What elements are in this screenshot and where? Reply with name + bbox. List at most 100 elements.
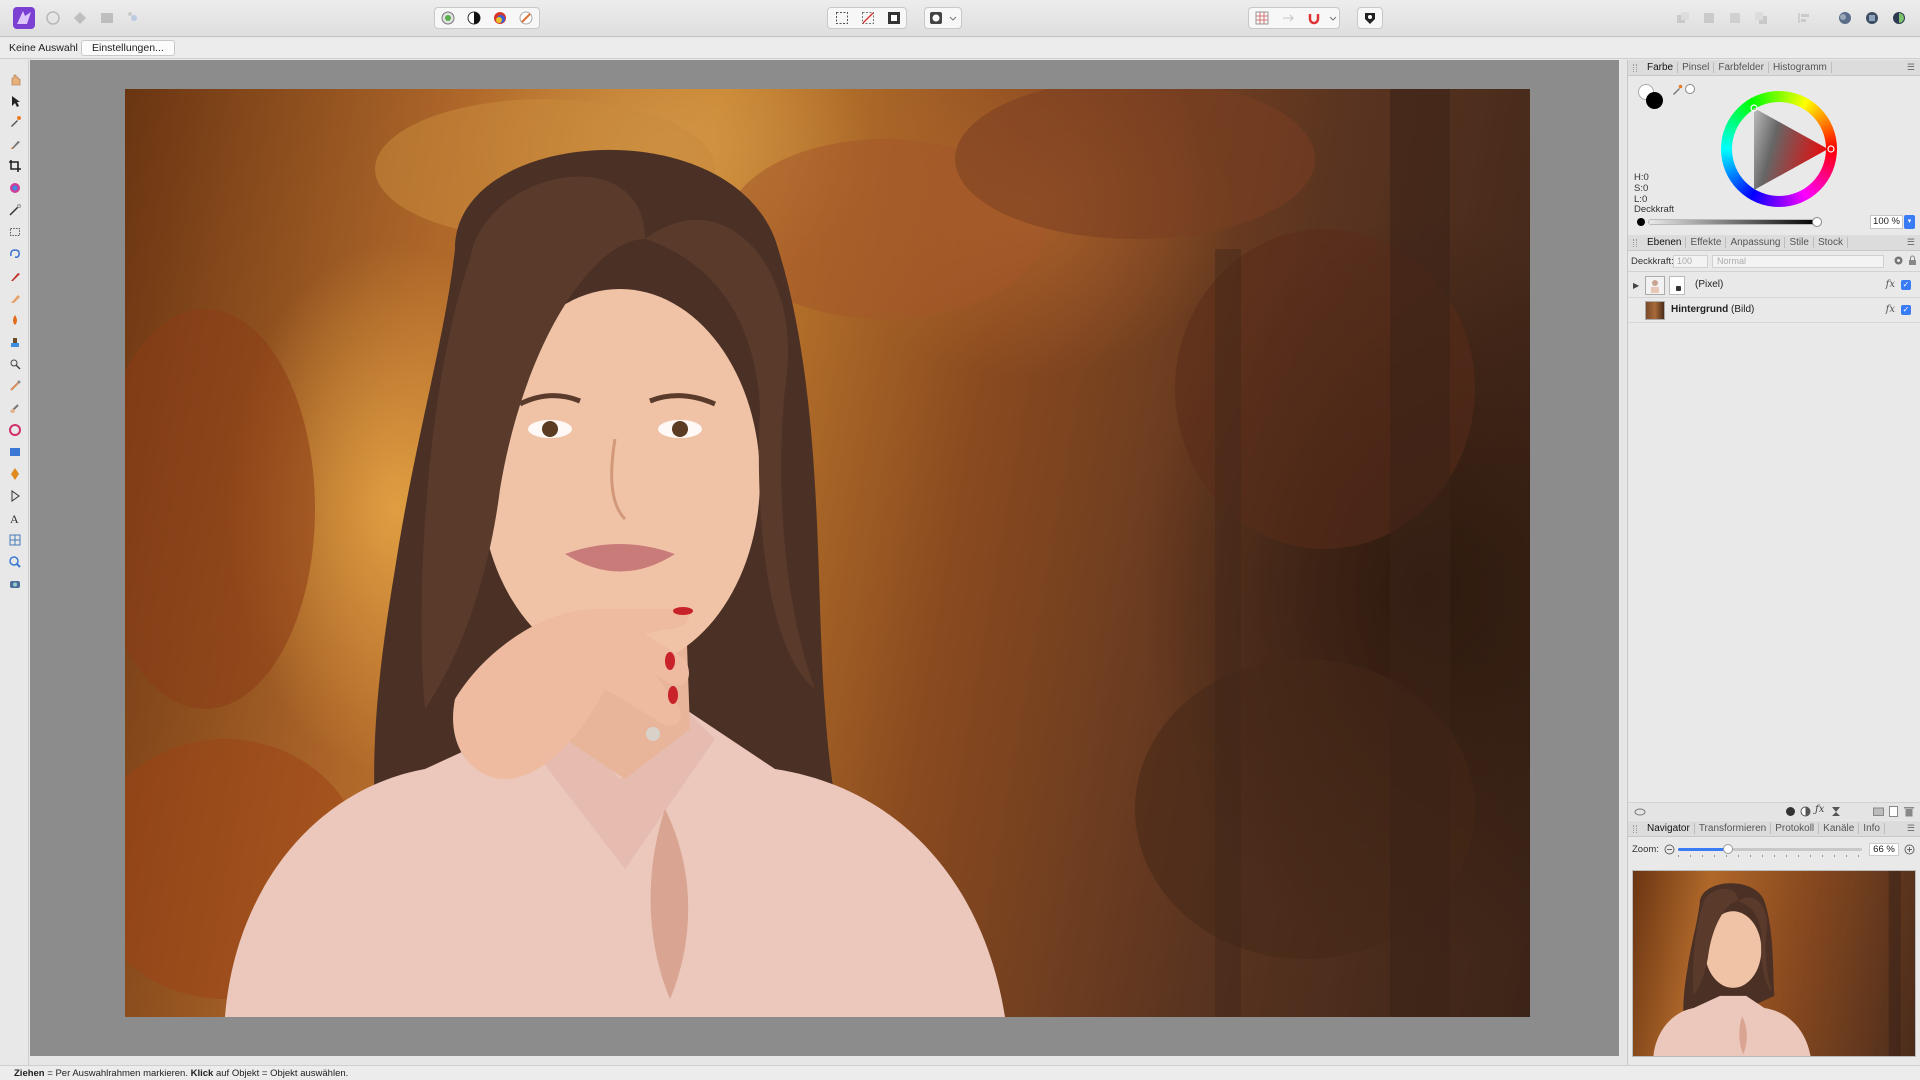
zoom-value[interactable]: 66 % [1869,843,1899,856]
tab-pinsel[interactable]: Pinsel [1678,62,1715,73]
tab-ebenen[interactable]: Ebenen [1643,237,1687,248]
snapping-magnet-icon[interactable] [1304,8,1324,28]
tab-info[interactable]: Info [1859,823,1885,834]
tab-anpassung[interactable]: Anpassung [1726,237,1786,248]
eyedropper-icon[interactable] [1671,84,1683,99]
picked-color-swatch[interactable] [1685,84,1695,94]
tab-stile[interactable]: Stile [1785,237,1814,248]
develop-persona-icon[interactable] [70,8,90,28]
rectangle-shape-tool-icon[interactable] [5,442,25,462]
crop-tool-icon[interactable] [5,156,25,176]
align-icon[interactable] [1794,8,1814,28]
color-opacity-value[interactable]: 100 % [1870,215,1903,229]
healing-brush-tool-icon[interactable] [5,420,25,440]
freehand-selection-tool-icon[interactable] [5,244,25,264]
clone-brush-tool-icon[interactable] [5,332,25,352]
color-wheel[interactable] [1721,91,1837,207]
layer-visibility-checkbox[interactable]: ✓ [1901,280,1911,290]
layer-lock-icon[interactable] [1908,255,1917,269]
erase-brush-tool-icon[interactable] [5,288,25,308]
export-persona-icon[interactable] [124,8,144,28]
add-layer-icon[interactable] [1889,806,1899,820]
layer-stack-icon[interactable] [1634,806,1646,821]
zoom-out-icon[interactable] [1664,844,1675,858]
tab-transformieren[interactable]: Transformieren [1695,823,1772,834]
studio-link-icon[interactable] [1835,8,1855,28]
snapping-arrow-icon[interactable] [1278,8,1298,28]
layer-visibility-checkbox[interactable]: ✓ [1901,305,1911,315]
dodge-brush-tool-icon[interactable] [5,354,25,374]
arrange-forward-icon[interactable] [1725,8,1745,28]
studio-panels-icon[interactable] [1862,8,1882,28]
snapping-dropdown-icon[interactable] [1328,8,1338,28]
deselect-icon[interactable] [858,8,878,28]
zoom-slider[interactable] [1678,844,1862,854]
blend-mode-select[interactable]: Normal [1712,255,1884,268]
color-opacity-slider[interactable] [1648,217,1822,227]
marquee-selection-icon[interactable] [832,8,852,28]
delete-layer-icon[interactable] [1904,806,1914,820]
blur-brush-tool-icon[interactable] [5,398,25,418]
arrange-backward-icon[interactable] [1699,8,1719,28]
affinity-photo-persona-icon[interactable] [12,6,36,30]
quick-mask-dropdown-icon[interactable] [948,8,958,28]
document-image[interactable] [125,89,1530,1017]
auto-contrast-icon[interactable] [464,8,484,28]
layer-row-background[interactable]: Hintergrund (Bild) fx ✓ [1628,298,1920,323]
tab-stock[interactable]: Stock [1814,237,1848,248]
tab-navigator[interactable]: Navigator [1643,823,1695,834]
panel-menu-icon[interactable]: ☰ [1907,823,1915,834]
add-group-icon[interactable] [1873,806,1884,819]
zoom-in-icon[interactable] [1904,844,1915,858]
layer-settings-icon[interactable] [1893,255,1904,269]
tab-farbe[interactable]: Farbe [1643,62,1679,73]
view-hand-tool-icon[interactable] [5,69,25,89]
assistant-icon[interactable] [1360,8,1380,28]
snapping-grid-icon[interactable] [1252,8,1272,28]
layer-opacity-field[interactable]: 100 [1673,255,1708,268]
auto-white-balance-icon[interactable] [516,8,536,28]
tab-kanaele[interactable]: Kanäle [1819,823,1860,834]
fill-swatch[interactable] [1646,92,1663,109]
add-mask-icon[interactable] [1785,806,1796,820]
liquify-persona-icon[interactable] [43,8,63,28]
flood-fill-tool-icon[interactable] [5,310,25,330]
tab-farbfelder[interactable]: Farbfelder [1714,62,1769,73]
auto-colors-icon[interactable] [490,8,510,28]
pixel-brush-tool-icon[interactable] [5,266,25,286]
tab-effekte[interactable]: Effekte [1686,237,1727,248]
node-tool-icon[interactable] [5,486,25,506]
red-eye-tool-icon[interactable] [5,574,25,594]
arrange-back-icon[interactable] [1673,8,1693,28]
canvas-area[interactable] [30,60,1619,1056]
arrange-front-icon[interactable] [1751,8,1771,28]
smudge-brush-tool-icon[interactable] [5,376,25,396]
rectangular-marquee-tool-icon[interactable] [5,222,25,242]
layer-row-pixel[interactable]: ▶ (Pixel) fx ✓ [1628,273,1920,298]
tab-histogramm[interactable]: Histogramm [1769,62,1832,73]
invert-selection-icon[interactable] [884,8,904,28]
color-picker-tool-icon[interactable] [5,112,25,132]
settings-button[interactable]: Einstellungen... [81,40,175,56]
flood-select-tool-icon[interactable] [5,200,25,220]
fill-stroke-swatches[interactable] [1638,84,1664,110]
layer-expand-icon[interactable]: ▶ [1633,281,1639,290]
move-tool-icon[interactable] [5,91,25,111]
color-triangle[interactable] [1721,91,1837,207]
zoom-tool-icon[interactable] [5,552,25,572]
fx-layer-icon[interactable]: ƒx [1815,804,1824,815]
artistic-text-tool-icon[interactable]: A [5,508,25,528]
color-opacity-stepper[interactable]: ▾ [1904,215,1915,229]
adjustment-layer-icon[interactable] [1800,806,1811,820]
color-opacity-slider-knob[interactable] [1812,217,1822,227]
tab-protokoll[interactable]: Protokoll [1771,823,1820,834]
layer-fx-icon[interactable]: fx [1886,279,1895,290]
panel-menu-icon[interactable]: ☰ [1907,237,1915,248]
tone-mapping-persona-icon[interactable] [97,8,117,28]
auto-levels-icon[interactable] [438,8,458,28]
quick-mask-icon[interactable] [926,8,946,28]
zoom-slider-knob[interactable] [1722,844,1733,854]
navigator-preview[interactable] [1632,870,1916,1057]
panel-menu-icon[interactable]: ☰ [1907,62,1915,73]
paint-brush-tool-icon[interactable] [5,134,25,154]
